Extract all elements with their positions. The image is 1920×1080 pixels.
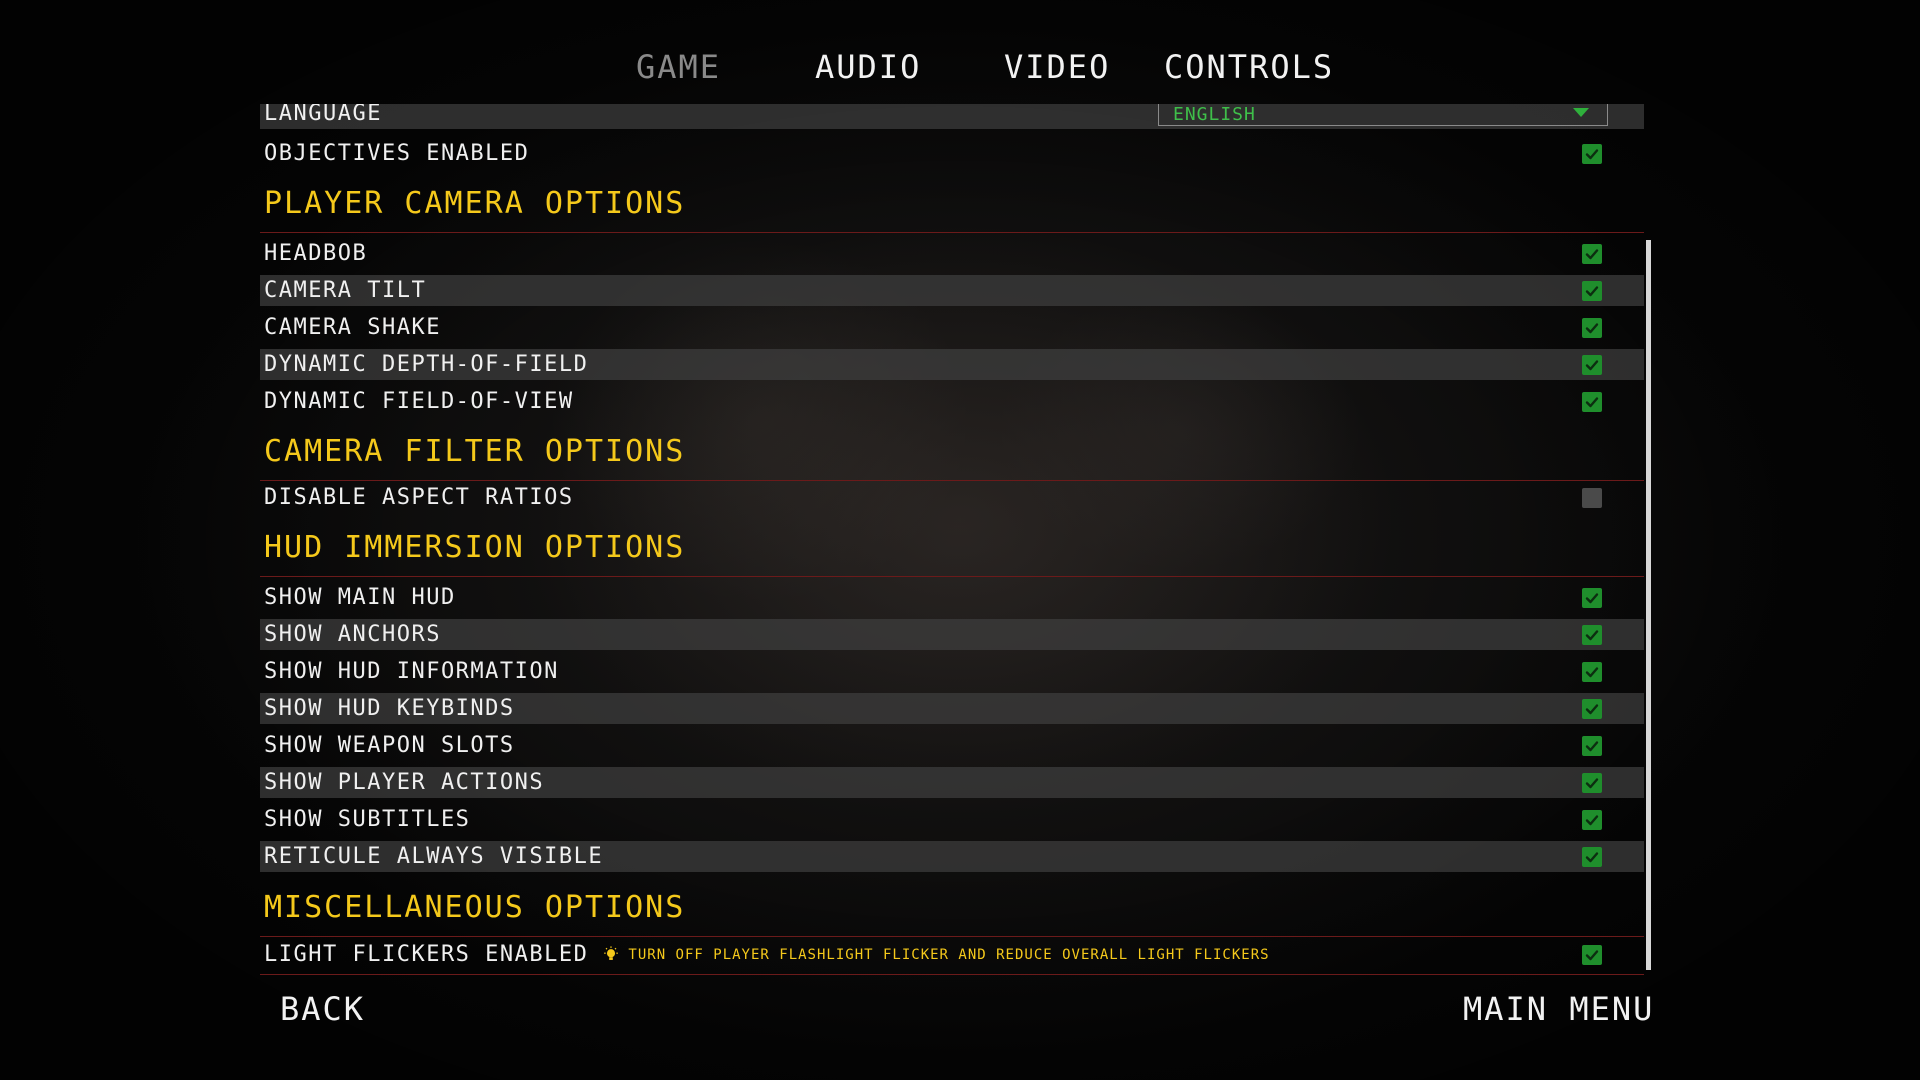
- section-divider: [260, 232, 1644, 233]
- checkmark-icon: [1585, 360, 1599, 371]
- section-divider: [260, 576, 1644, 577]
- option-row-main-hud[interactable]: SHOW MAIN HUD: [260, 582, 1644, 613]
- option-label: CAMERA SHAKE: [264, 315, 441, 340]
- option-label: CAMERA TILT: [264, 278, 427, 303]
- section-title-miscellaneous: MISCELLANEOUS OPTIONS: [264, 890, 686, 925]
- checkmark-icon: [1585, 778, 1599, 789]
- field-of-view-checkbox[interactable]: [1582, 392, 1602, 412]
- depth-of-field-checkbox[interactable]: [1582, 355, 1602, 375]
- section-divider: [260, 480, 1644, 481]
- section-title-hud-immersion: HUD IMMERSION OPTIONS: [264, 530, 686, 565]
- tab-video[interactable]: VIDEO: [1004, 48, 1110, 86]
- checkmark-icon: [1585, 741, 1599, 752]
- checkmark-icon: [1585, 323, 1599, 334]
- settings-scrollbar[interactable]: [1646, 240, 1651, 970]
- option-label: SHOW SUBTITLES: [264, 807, 471, 832]
- checkmark-icon: [1585, 249, 1599, 260]
- language-label: LANGUAGE: [264, 104, 382, 126]
- option-row-headbob[interactable]: HEADBOB: [260, 238, 1644, 269]
- tab-controls[interactable]: CONTROLS: [1164, 48, 1334, 86]
- option-row-anchors[interactable]: SHOW ANCHORS: [260, 619, 1644, 650]
- option-label: SHOW HUD INFORMATION: [264, 659, 559, 684]
- camera-tilt-checkbox[interactable]: [1582, 281, 1602, 301]
- subtitles-checkbox[interactable]: [1582, 810, 1602, 830]
- option-row-weapon-slots[interactable]: SHOW WEAPON SLOTS: [260, 730, 1644, 761]
- option-label: RETICULE ALWAYS VISIBLE: [264, 844, 604, 869]
- option-label: HEADBOB: [264, 241, 368, 266]
- option-label: SHOW HUD KEYBINDS: [264, 696, 515, 721]
- checkmark-icon: [1585, 852, 1599, 863]
- back-button[interactable]: BACK: [280, 990, 365, 1028]
- language-value: ENGLISH: [1173, 104, 1256, 125]
- option-row-aspect-ratios[interactable]: DISABLE ASPECT RATIOS: [260, 482, 1644, 513]
- hint: TURN OFF PLAYER FLASHLIGHT FLICKER AND R…: [602, 945, 1270, 964]
- lightbulb-icon: [604, 945, 619, 960]
- option-label: DYNAMIC DEPTH-OF-FIELD: [264, 352, 589, 377]
- checkmark-icon: [1585, 593, 1599, 604]
- camera-shake-checkbox[interactable]: [1582, 318, 1602, 338]
- chevron-down-icon: [1573, 108, 1589, 117]
- main-menu-button[interactable]: MAIN MENU: [1463, 990, 1654, 1028]
- option-row-hud-keybinds[interactable]: SHOW HUD KEYBINDS: [260, 693, 1644, 724]
- weapon-slots-checkbox[interactable]: [1582, 736, 1602, 756]
- option-label: SHOW PLAYER ACTIONS: [264, 770, 545, 795]
- checkmark-icon: [1585, 950, 1599, 961]
- option-row-depth-of-field[interactable]: DYNAMIC DEPTH-OF-FIELD: [260, 349, 1644, 380]
- option-row-field-of-view[interactable]: DYNAMIC FIELD-OF-VIEW: [260, 386, 1644, 417]
- section-title-player-camera: PLAYER CAMERA OPTIONS: [264, 186, 686, 221]
- option-row-reticule[interactable]: RETICULE ALWAYS VISIBLE: [260, 841, 1644, 872]
- option-row-subtitles[interactable]: SHOW SUBTITLES: [260, 804, 1644, 835]
- objectives-label: OBJECTIVES ENABLED: [264, 141, 530, 166]
- language-row: LANGUAGE ENGLISH: [260, 104, 1644, 129]
- hud-keybinds-checkbox[interactable]: [1582, 699, 1602, 719]
- option-label: DISABLE ASPECT RATIOS: [264, 485, 574, 510]
- option-row-player-actions[interactable]: SHOW PLAYER ACTIONS: [260, 767, 1644, 798]
- option-label: DYNAMIC FIELD-OF-VIEW: [264, 389, 574, 414]
- checkmark-icon: [1585, 630, 1599, 641]
- settings-tabs: GAME AUDIO VIDEO CONTROLS: [0, 48, 1920, 98]
- player-actions-checkbox[interactable]: [1582, 773, 1602, 793]
- settings-panel: LANGUAGE ENGLISH OBJECTIVES ENABLED PLAY…: [260, 104, 1644, 976]
- objectives-row[interactable]: OBJECTIVES ENABLED: [260, 138, 1644, 169]
- anchors-checkbox[interactable]: [1582, 625, 1602, 645]
- main-hud-checkbox[interactable]: [1582, 588, 1602, 608]
- section-title-camera-filter: CAMERA FILTER OPTIONS: [264, 434, 686, 469]
- aspect-ratios-checkbox[interactable]: [1582, 488, 1602, 508]
- option-row-hud-information[interactable]: SHOW HUD INFORMATION: [260, 656, 1644, 687]
- checkmark-icon: [1585, 286, 1599, 297]
- checkmark-icon: [1585, 667, 1599, 678]
- light-flicker-hint-text: TURN OFF PLAYER FLASHLIGHT FLICKER AND R…: [628, 946, 1270, 963]
- option-row-camera-tilt[interactable]: CAMERA TILT: [260, 275, 1644, 306]
- objectives-checkbox[interactable]: [1582, 144, 1602, 164]
- checkmark-icon: [1585, 704, 1599, 715]
- hud-information-checkbox[interactable]: [1582, 662, 1602, 682]
- checkmark-icon: [1585, 815, 1599, 826]
- option-label: SHOW MAIN HUD: [264, 585, 456, 610]
- option-label: SHOW WEAPON SLOTS: [264, 733, 515, 758]
- tab-audio[interactable]: AUDIO: [815, 48, 921, 86]
- option-row-camera-shake[interactable]: CAMERA SHAKE: [260, 312, 1644, 343]
- section-divider: [260, 936, 1644, 937]
- option-row-light-flickers[interactable]: LIGHT FLICKERS ENABLED TURN OFF PLAYER F…: [260, 939, 1644, 970]
- tab-game[interactable]: GAME: [636, 48, 721, 86]
- section-divider: [260, 974, 1644, 975]
- checkmark-icon: [1585, 397, 1599, 408]
- headbob-checkbox[interactable]: [1582, 244, 1602, 264]
- option-label: LIGHT FLICKERS ENABLED: [264, 942, 589, 967]
- checkmark-icon: [1585, 149, 1599, 160]
- reticule-checkbox[interactable]: [1582, 847, 1602, 867]
- light-flickers-checkbox[interactable]: [1582, 945, 1602, 965]
- language-dropdown[interactable]: ENGLISH: [1158, 104, 1608, 126]
- option-label: SHOW ANCHORS: [264, 622, 441, 647]
